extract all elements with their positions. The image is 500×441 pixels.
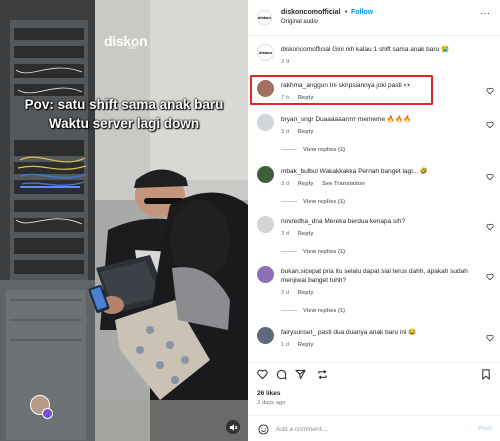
comment-body: Wakakkakka Pernah banget lagi... 🤣 xyxy=(319,168,428,175)
caption-meta: 3 d xyxy=(281,59,296,65)
like-heart-icon[interactable] xyxy=(486,121,494,129)
emoji-picker-icon[interactable] xyxy=(258,424,269,435)
comment-meta: 3 d Reply xyxy=(281,129,320,135)
comment-text: novredha_dna Mereka berdua kenapa sih? xyxy=(281,217,471,226)
comment-time: 3 d xyxy=(281,129,290,135)
video-caption-line-2: Waktu server lagi down xyxy=(48,116,200,131)
comment-meta: 2 d Reply xyxy=(281,290,320,296)
like-heart-icon[interactable] xyxy=(486,273,494,281)
commenter-avatar[interactable] xyxy=(257,216,274,233)
original-audio-link[interactable]: Original audio xyxy=(281,19,318,25)
add-comment-bar: Post xyxy=(248,415,500,441)
caption-username[interactable]: diskoncomofficial xyxy=(281,46,330,53)
comment-username[interactable]: bryan_sngr xyxy=(281,116,314,123)
post-comment-button[interactable]: Post xyxy=(478,425,492,432)
more-options-icon[interactable]: ··· xyxy=(480,8,491,18)
comment-username[interactable]: fairysunset_ xyxy=(281,329,316,336)
comment-time: 2 d xyxy=(281,290,290,296)
author-username[interactable]: diskoncomofficial xyxy=(281,9,341,16)
repost-icon[interactable] xyxy=(317,369,328,380)
reply-button[interactable]: Reply xyxy=(298,129,314,135)
reply-button[interactable]: Reply xyxy=(298,231,314,237)
comment-time: 3 d xyxy=(281,231,290,237)
watermark-logo-domain: .com xyxy=(126,45,136,50)
reel-video[interactable]: diskon .com Pov: satu shift sama anak ba… xyxy=(0,0,248,441)
commenter-avatar[interactable] xyxy=(257,114,274,131)
video-frame xyxy=(0,0,248,441)
follow-button[interactable]: Follow xyxy=(351,9,373,16)
like-heart-icon[interactable] xyxy=(257,369,268,380)
caption-body: Gini nih kalau 1 shift sama anak baru 😭 xyxy=(332,46,450,53)
mute-button[interactable] xyxy=(226,420,240,434)
comment-meta: 1 d Reply xyxy=(281,342,320,348)
comment-input[interactable] xyxy=(276,422,456,436)
caption-time: 3 d xyxy=(281,59,290,65)
comment-username[interactable]: bukan.sicepat xyxy=(281,268,321,275)
like-heart-icon[interactable] xyxy=(486,334,494,342)
video-caption-line-1: Pov: satu shift sama anak baru xyxy=(24,97,224,112)
share-send-icon[interactable] xyxy=(295,369,306,380)
comment-meta: 3 d Reply xyxy=(281,231,320,237)
post-date: 3 days ago xyxy=(257,400,286,406)
like-heart-icon[interactable] xyxy=(486,87,494,95)
comment-time: 3 d xyxy=(281,181,290,187)
bookmark-icon[interactable] xyxy=(481,369,491,380)
commenter-avatar[interactable] xyxy=(257,327,274,344)
see-translation-button[interactable]: See Translation xyxy=(322,181,365,187)
caption-author-avatar[interactable]: diskon xyxy=(257,44,274,61)
header-separator: • xyxy=(345,9,348,16)
comment-text: bryan_sngr Duaaaaaarrrrr mememe 🔥🔥🔥 xyxy=(281,115,471,124)
post-header: diskon diskoncomofficial • Follow Origin… xyxy=(248,0,500,36)
comment-bubble-icon[interactable] xyxy=(276,369,287,380)
speaker-muted-icon xyxy=(229,423,237,431)
view-replies-button[interactable]: View replies (1) xyxy=(281,308,345,314)
caption-text: diskoncomofficial Gini nih kalau 1 shift… xyxy=(281,45,471,54)
view-replies-button[interactable]: View replies (1) xyxy=(281,249,345,255)
comment-text: mbak_bulbul Wakakkakka Pernah banget lag… xyxy=(281,167,471,176)
reply-button[interactable]: Reply xyxy=(298,181,314,187)
comment-body: Duaaaaaarrrrr mememe 🔥🔥🔥 xyxy=(315,116,412,123)
likes-count[interactable]: 26 likes xyxy=(257,390,281,397)
commenter-avatar[interactable] xyxy=(257,266,274,283)
like-heart-icon[interactable] xyxy=(486,173,494,181)
comment-username[interactable]: mbak_bulbul xyxy=(281,168,318,175)
reply-button[interactable]: Reply xyxy=(298,342,314,348)
commenter-avatar[interactable] xyxy=(257,166,274,183)
comment-body: Mereka berdua kenapa sih? xyxy=(324,218,405,225)
author-avatar[interactable]: diskon xyxy=(257,10,272,25)
highlight-box xyxy=(250,75,433,105)
view-replies-button[interactable]: View replies (1) xyxy=(281,147,345,153)
comment-meta: 3 d Reply See Translation xyxy=(281,181,372,187)
comment-text: bukan.sicepat pria itu selalu dapat sial… xyxy=(281,267,471,285)
post-action-bar xyxy=(248,362,500,382)
comment-text: fairysunset_ pasti dua duanya anak baru … xyxy=(281,328,471,337)
reply-button[interactable]: Reply xyxy=(298,290,314,296)
comment-time: 1 d xyxy=(281,342,290,348)
audio-avatar-badge[interactable] xyxy=(30,395,53,419)
like-heart-icon[interactable] xyxy=(486,223,494,231)
comment-body: pasti dua duanya anak baru ini 😂 xyxy=(317,329,417,336)
view-replies-button[interactable]: View replies (1) xyxy=(281,199,345,205)
comment-username[interactable]: novredha_dna xyxy=(281,218,323,225)
comments-panel: diskon diskoncomofficial • Follow Origin… xyxy=(248,0,500,441)
